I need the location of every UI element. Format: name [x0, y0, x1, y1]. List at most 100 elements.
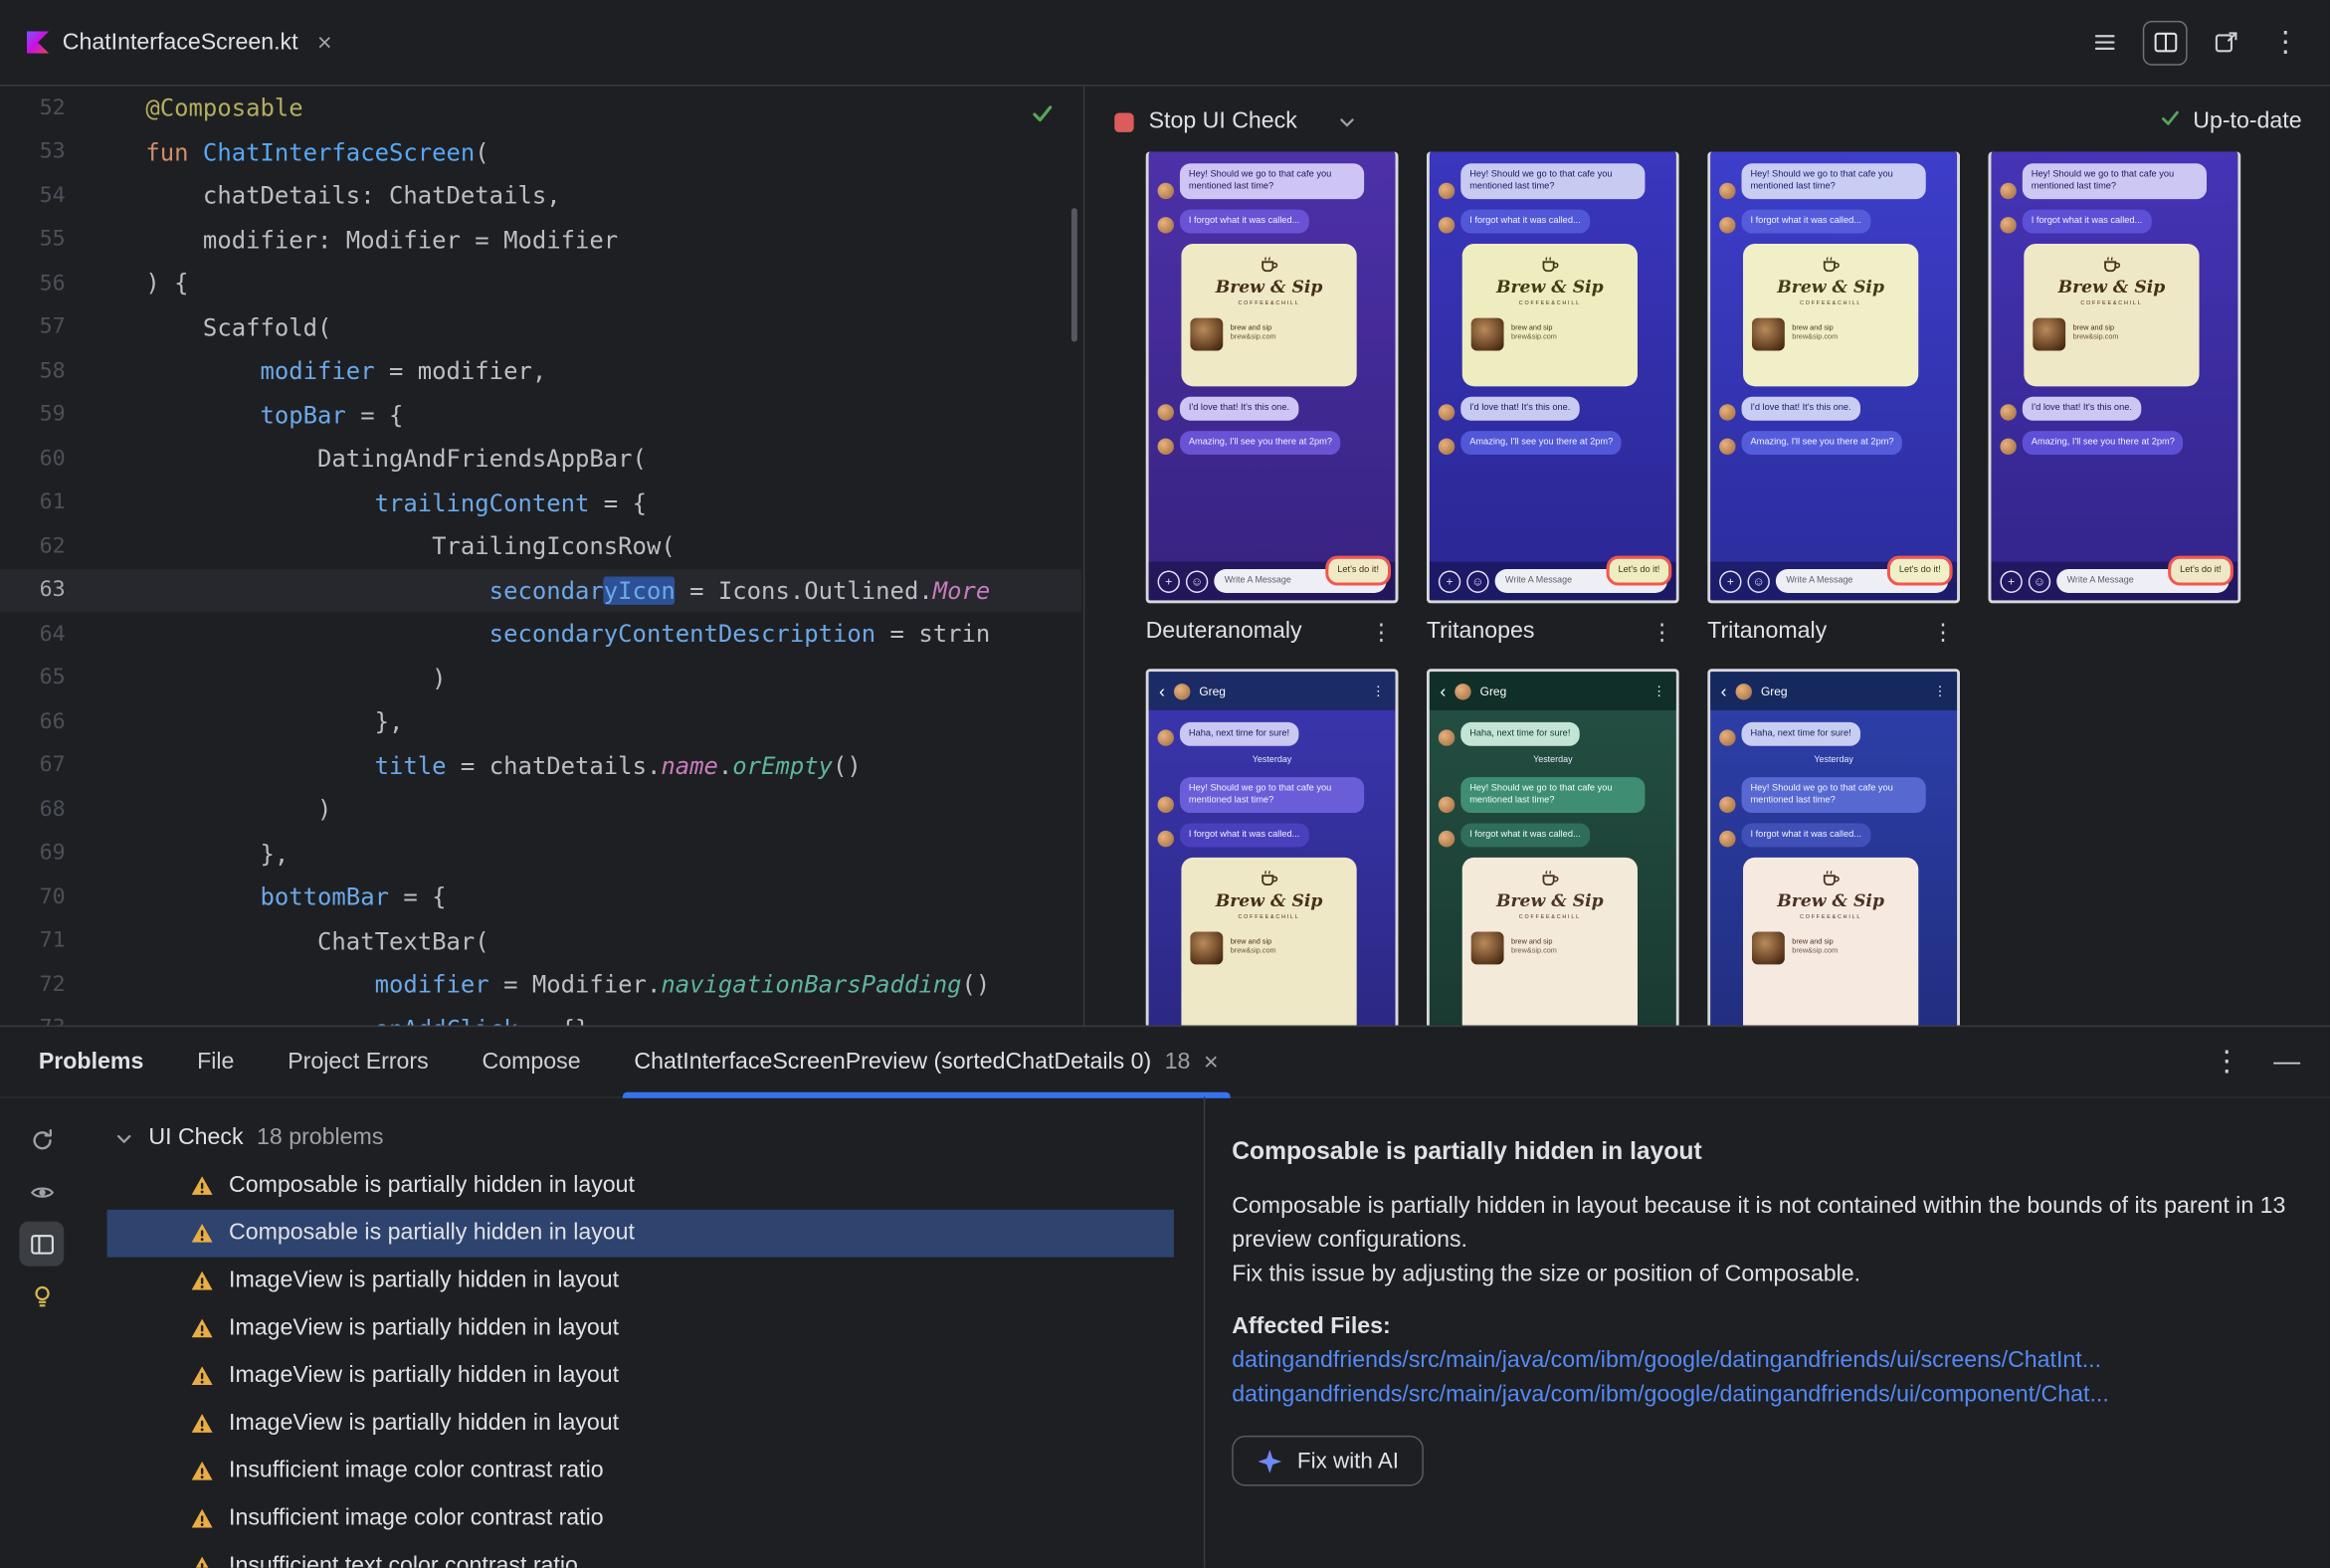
- variant-label-row: Tritanopes ⋮: [1427, 618, 1679, 645]
- code-line[interactable]: 63 secondaryIcon = Icons.Outlined.More: [0, 568, 1082, 613]
- code-line[interactable]: 68 ): [0, 788, 1081, 832]
- emoji-icon[interactable]: ☺: [1747, 569, 1770, 593]
- back-icon[interactable]: ‹: [1440, 683, 1446, 700]
- problem-item[interactable]: ImageView is partially hidden in layout: [107, 1400, 1174, 1448]
- code-line[interactable]: 62 TrailingIconsRow(: [0, 524, 1081, 568]
- avatar: [1438, 438, 1456, 456]
- problem-item[interactable]: ImageView is partially hidden in layout: [107, 1258, 1174, 1305]
- line-number: 58: [39, 359, 66, 383]
- problem-group[interactable]: UI Check 18 problems: [113, 1116, 1204, 1161]
- problem-detail-title: Composable is partially hidden in layout: [1232, 1138, 1702, 1165]
- preview-phone[interactable]: Hey! Should we go to that cafe you menti…: [1426, 151, 1679, 604]
- problem-item[interactable]: Composable is partially hidden in layout: [107, 1162, 1174, 1210]
- code-line[interactable]: 73 onAddClick = {}: [0, 1007, 1081, 1026]
- message-bubble: Haha, next time for sure!: [1741, 721, 1860, 746]
- problem-item[interactable]: Insufficient image color contrast ratio: [107, 1448, 1174, 1495]
- code-line[interactable]: 53 fun ChatInterfaceScreen(: [0, 130, 1081, 174]
- chat-message: Haha, next time for sure!: [1719, 721, 1948, 746]
- back-icon[interactable]: ‹: [1721, 683, 1727, 700]
- problem-item[interactable]: Composable is partially hidden in layout: [106, 1209, 1174, 1258]
- lightbulb-icon[interactable]: [19, 1274, 64, 1318]
- inspection-ok-icon[interactable]: [1030, 101, 1055, 132]
- tab-close-icon[interactable]: ×: [317, 28, 332, 58]
- problems-tab[interactable]: ChatInterfaceScreenPreview (sortedChatDe…: [622, 1027, 1232, 1098]
- code-line[interactable]: 67 title = chatDetails.name.orEmpty(): [0, 744, 1081, 788]
- code-line[interactable]: 55 modifier: Modifier = Modifier: [0, 218, 1081, 262]
- coffee-cup-icon: [1542, 871, 1559, 886]
- split-editor-icon[interactable]: [2142, 20, 2188, 65]
- chevron-down-icon[interactable]: [1336, 110, 1358, 132]
- add-icon[interactable]: +: [1157, 569, 1180, 593]
- code-line[interactable]: 71 ChatTextBar(: [0, 919, 1081, 963]
- code-line[interactable]: 61 trailingContent = {: [0, 481, 1081, 524]
- chat-menu-icon[interactable]: ⋮: [1933, 683, 1946, 698]
- code-line[interactable]: 59 topBar = {: [0, 393, 1081, 437]
- editor-tab[interactable]: ChatInterfaceScreen.kt ×: [0, 0, 353, 85]
- line-number: 52: [39, 96, 66, 120]
- add-icon[interactable]: +: [1719, 569, 1742, 593]
- preview-panel-icon[interactable]: [19, 1221, 65, 1267]
- problem-item[interactable]: Insufficient text color contrast ratio: [107, 1542, 1174, 1568]
- code-line[interactable]: 58 modifier = modifier,: [0, 349, 1081, 393]
- preview-phone[interactable]: ‹ Greg ⋮ Haha, next time for sure! Yesterday…: [1145, 669, 1399, 1026]
- code-line[interactable]: 56) {: [0, 262, 1081, 305]
- emoji-icon[interactable]: ☺: [2028, 569, 2051, 593]
- code-line[interactable]: 54 chatDetails: ChatDetails,: [0, 174, 1081, 218]
- problems-tab[interactable]: File: [197, 1027, 234, 1096]
- avatar: [2000, 438, 2017, 456]
- problem-item[interactable]: ImageView is partially hidden in layout: [107, 1304, 1174, 1352]
- variant-menu-icon[interactable]: ⋮: [1932, 621, 1960, 643]
- back-icon[interactable]: ‹: [1159, 683, 1165, 700]
- chat-menu-icon[interactable]: ⋮: [1652, 683, 1665, 698]
- open-in-window-icon[interactable]: [2206, 22, 2247, 64]
- add-icon[interactable]: +: [1438, 569, 1461, 593]
- preview-phone[interactable]: Hey! Should we go to that cafe you menti…: [1145, 151, 1399, 604]
- minimize-icon[interactable]: —: [2273, 1047, 2300, 1078]
- build-status-label: Up-to-date: [2193, 108, 2302, 134]
- preview-phone[interactable]: ‹ Greg ⋮ Haha, next time for sure! Yesterday…: [1707, 669, 1961, 1026]
- line-number: 66: [39, 709, 66, 734]
- avatar: [1735, 683, 1752, 699]
- add-icon[interactable]: +: [2000, 569, 2023, 593]
- code-line[interactable]: 52 @Composable: [0, 87, 1081, 130]
- code-line[interactable]: 65 ): [0, 656, 1081, 699]
- chat-menu-icon[interactable]: ⋮: [1372, 683, 1385, 698]
- message-bubble: I'd love that! It's this one.: [1741, 396, 1860, 421]
- refresh-icon[interactable]: [19, 1117, 64, 1162]
- more-icon[interactable]: ⋮: [2264, 22, 2306, 64]
- preview-phone[interactable]: Hey! Should we go to that cafe you menti…: [1988, 151, 2241, 604]
- code-editor[interactable]: 52 @Composable 53 fun ChatInterfaceScreen(5…: [0, 87, 1082, 1026]
- emoji-icon[interactable]: ☺: [1466, 569, 1489, 593]
- code-line[interactable]: 60 DatingAndFriendsAppBar(: [0, 437, 1081, 481]
- chat-message: Hey! Should we go to that cafe you menti…: [2000, 163, 2229, 200]
- code-line[interactable]: 69 },: [0, 832, 1081, 876]
- chat-message: Haha, next time for sure!: [1438, 721, 1667, 746]
- problem-item[interactable]: Insufficient image color contrast ratio: [107, 1495, 1174, 1543]
- problems-tab[interactable]: Project Errors: [288, 1027, 429, 1096]
- fix-with-ai-button[interactable]: Fix with AI: [1232, 1435, 1425, 1486]
- stop-ui-check-button[interactable]: Stop UI Check: [1114, 108, 1358, 135]
- variant-menu-icon[interactable]: ⋮: [1370, 621, 1398, 643]
- code-line[interactable]: 70 bottomBar = {: [0, 876, 1081, 919]
- problems-tab[interactable]: Compose: [482, 1027, 580, 1096]
- tab-close-icon[interactable]: ×: [1204, 1047, 1219, 1077]
- options-kebab-icon[interactable]: ⋮: [2213, 1048, 2240, 1076]
- code-line[interactable]: 72 modifier = Modifier.navigationBarsPad…: [0, 963, 1081, 1007]
- code-line[interactable]: 57 Scaffold(: [0, 305, 1081, 349]
- preview-phone[interactable]: ‹ Greg ⋮ Haha, next time for sure! Yesterday…: [1426, 669, 1679, 1026]
- emoji-icon[interactable]: ☺: [1185, 569, 1209, 593]
- chat-message: Hey! Should we go to that cafe you menti…: [1719, 163, 1948, 200]
- problem-item-text: Composable is partially hidden in layout: [229, 1172, 635, 1198]
- eye-icon[interactable]: [19, 1169, 64, 1214]
- preview-phone[interactable]: Hey! Should we go to that cafe you menti…: [1707, 151, 1961, 604]
- problem-item[interactable]: ImageView is partially hidden in layout: [107, 1352, 1174, 1400]
- affected-file-link[interactable]: datingandfriends/src/main/java/com/ibm/g…: [1232, 1378, 2294, 1412]
- code-line[interactable]: 66 },: [0, 699, 1081, 743]
- code-line[interactable]: 64 secondaryContentDescription = strin: [0, 612, 1081, 656]
- chat-message: Hey! Should we go to that cafe you menti…: [1438, 777, 1667, 814]
- structure-icon[interactable]: [2083, 22, 2125, 64]
- editor-scrollbar[interactable]: [1070, 208, 1077, 342]
- problems-tab[interactable]: Problems: [39, 1027, 144, 1096]
- affected-file-link[interactable]: datingandfriends/src/main/java/com/ibm/g…: [1232, 1343, 2294, 1377]
- variant-menu-icon[interactable]: ⋮: [1650, 621, 1678, 643]
